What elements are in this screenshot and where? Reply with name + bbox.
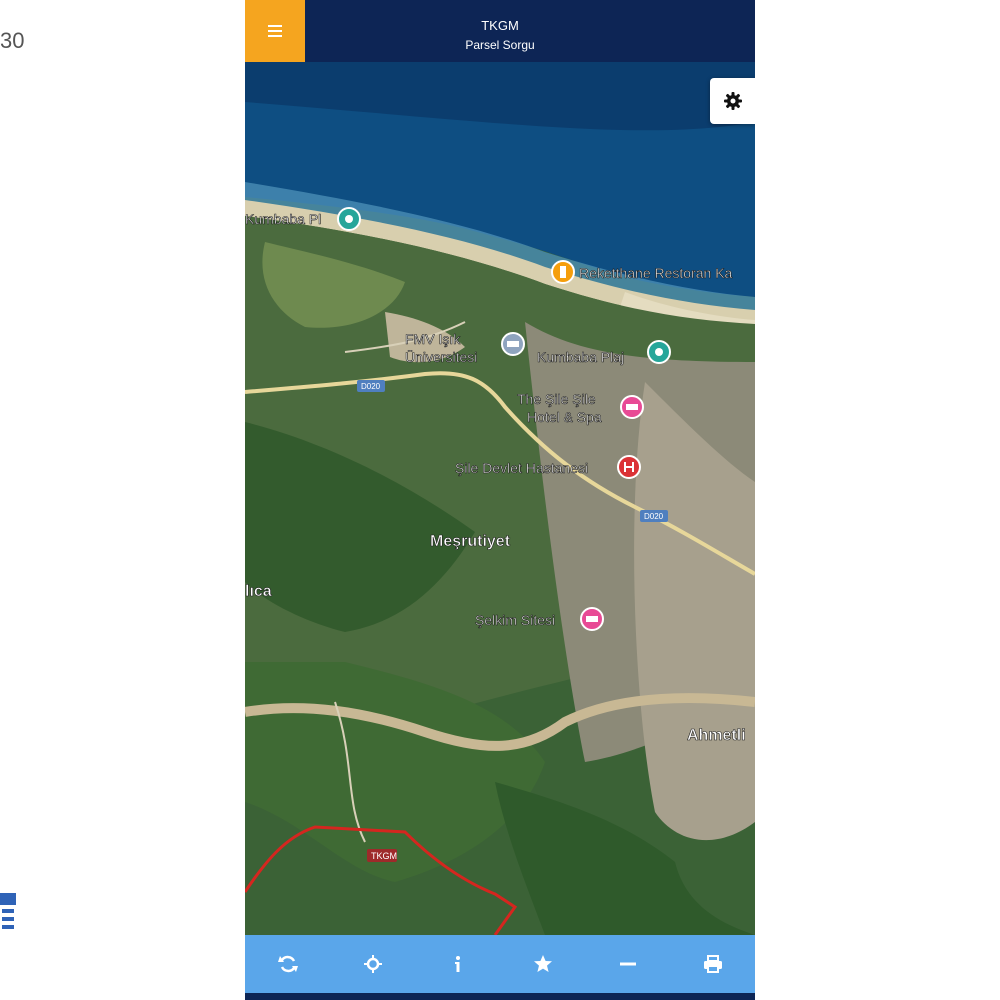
phone-screen: TKGM Parsel Sorgu Kumbaba Pl Reketthane … [245,0,755,1000]
label-university-1: FMV Işık [405,331,461,347]
refresh-button[interactable] [268,944,308,984]
bottom-strip [245,993,755,1000]
info-button[interactable] [438,944,478,984]
minus-icon [619,962,636,966]
side-logo [0,893,16,929]
locate-button[interactable] [353,944,393,984]
refresh-icon [277,955,298,973]
locate-icon [363,955,382,973]
settings-button[interactable] [710,78,755,124]
label-ahmetli: Ahmetli [687,727,746,744]
info-icon [454,956,460,972]
label-kumbaba-top: Kumbaba Pl [245,211,321,227]
app-header: TKGM Parsel Sorgu [245,0,755,62]
road-shield-label-2: D020 [644,512,664,521]
label-kumbaba-plaj: Kumbaba Plaj [537,349,624,365]
label-restaurant: Reketthane Restoran Ka [579,265,733,281]
label-balibey: lıca [245,583,272,600]
road-shield-label-1: D020 [361,382,381,391]
gear-icon [723,92,742,110]
park-marker-2[interactable] [647,340,671,364]
app-subtitle: Parsel Sorgu [465,38,535,52]
favorite-button[interactable] [523,944,563,984]
print-button[interactable] [693,944,733,984]
print-icon [703,955,722,973]
tkgm-map-mark: TKGM [371,851,397,861]
label-sitesi: Şelkim Sitesi [475,612,555,628]
label-university-2: Üniversitesi [405,348,477,365]
app-title: TKGM [481,18,519,33]
bottom-toolbar [245,935,755,993]
label-hospital: Şile Devlet Hastanesi [455,460,588,476]
park-marker-1[interactable] [337,207,361,231]
side-text: 30 [0,28,25,53]
hotel-marker[interactable] [620,395,644,419]
hospital-marker[interactable] [617,455,641,479]
sitesi-marker[interactable] [580,607,604,631]
label-hotel-2: Hotel & Spa [527,409,602,425]
star-icon [533,955,552,972]
label-hotel-1: The Şile Şile [517,391,596,407]
restaurant-marker[interactable] [551,260,575,284]
satellite-map[interactable]: Kumbaba Pl Reketthane Restoran Ka FMV Iş… [245,62,755,935]
university-marker[interactable] [501,332,525,356]
zoom-out-button[interactable] [608,944,648,984]
label-mesrutiyet: Meşrutiyet [430,533,511,550]
